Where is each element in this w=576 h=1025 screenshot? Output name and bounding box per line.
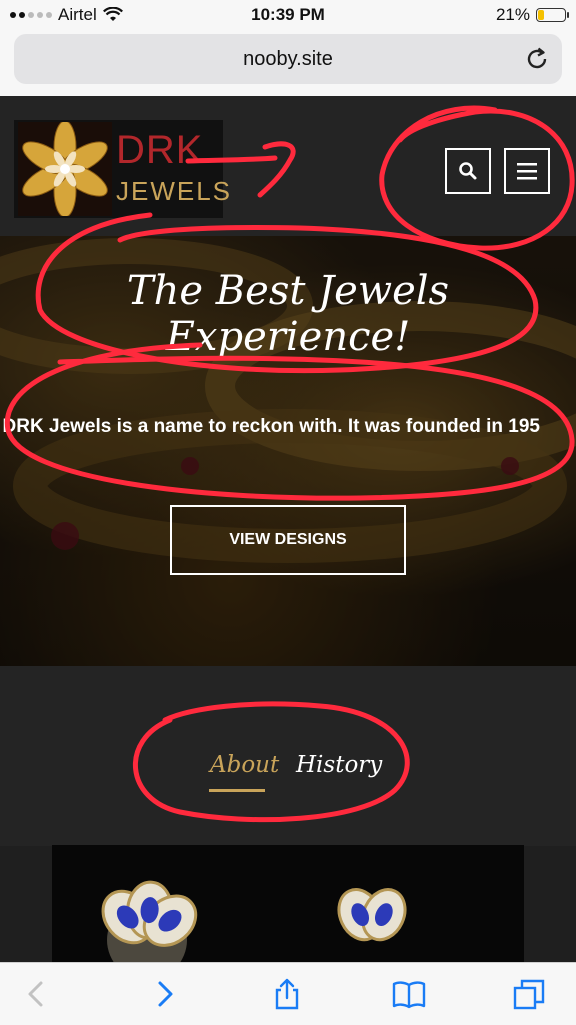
browser-chrome: nooby.site: [0, 30, 576, 96]
battery-percent: 21%: [495, 5, 530, 24]
menu-icon: [517, 163, 537, 180]
about-tabs-section: About History: [0, 666, 576, 846]
status-bar: Airtel 10:39 PM 21%: [0, 0, 576, 30]
tab-history[interactable]: History: [296, 752, 382, 778]
status-right: 21%: [495, 5, 569, 25]
hero-intro-text: , DRK Jewels is a name to reckon with. I…: [0, 416, 540, 437]
menu-button[interactable]: [504, 148, 550, 194]
tab-about[interactable]: About: [210, 752, 279, 778]
logo-text-drk: DRK: [116, 128, 204, 172]
search-button[interactable]: [445, 148, 491, 194]
clock: 10:39 PM: [251, 5, 325, 24]
browser-toolbar: [0, 962, 576, 1025]
back-icon[interactable]: [20, 977, 54, 1011]
url-text[interactable]: nooby.site: [14, 48, 562, 71]
battery-icon: [536, 8, 569, 22]
hero-title: The Best Jewels Experience!: [126, 268, 450, 360]
active-tab-underline: [209, 789, 265, 792]
share-icon[interactable]: [270, 977, 304, 1011]
logo-text-jewels: JEWELS: [116, 176, 233, 206]
tabs-icon[interactable]: [512, 977, 546, 1011]
flower-logo-icon: [18, 122, 112, 216]
earrings-image: [101, 880, 407, 975]
address-bar[interactable]: nooby.site: [14, 34, 562, 84]
hero-section: The Best Jewels Experience! , DRK Jewels…: [0, 236, 576, 666]
battery-fill: [538, 10, 544, 20]
earrings-product-image: [52, 845, 524, 975]
reload-icon[interactable]: [524, 46, 550, 72]
forward-icon[interactable]: [147, 977, 181, 1011]
search-icon: [459, 162, 477, 180]
site-logo[interactable]: DRK JEWELS: [14, 120, 230, 218]
bookmarks-icon[interactable]: [392, 977, 426, 1011]
site-header: DRK JEWELS: [0, 96, 576, 236]
view-designs-button[interactable]: VIEW DESIGNS: [170, 505, 406, 575]
